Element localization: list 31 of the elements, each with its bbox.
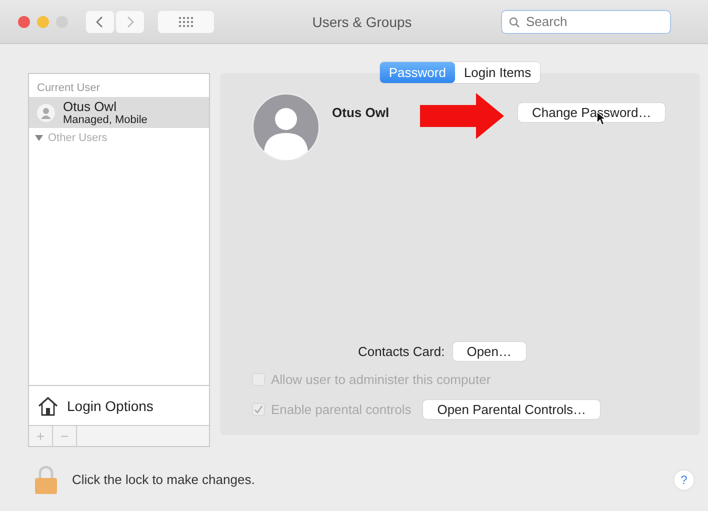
change-password-button[interactable]: Change Password…: [518, 103, 666, 122]
search-field[interactable]: Search: [501, 10, 671, 34]
back-button[interactable]: [86, 10, 114, 32]
group-label: Other Users: [48, 132, 108, 144]
checkbox-label: Enable parental controls: [271, 402, 412, 416]
arrow-icon: [420, 93, 504, 139]
open-parental-controls-button[interactable]: Open Parental Controls…: [423, 400, 600, 418]
section-header: Current User: [36, 81, 101, 96]
help-button[interactable]: ?: [674, 470, 694, 490]
user-subtitle: Managed, Mobile: [63, 114, 148, 126]
lock-hint: Click the lock to make changes.: [72, 472, 256, 487]
lock-icon[interactable]: [34, 466, 58, 494]
chevron-right-icon: [126, 16, 134, 28]
search-icon: [509, 16, 520, 28]
tab[interactable]: Login Items: [454, 62, 540, 83]
user-avatar-icon: [252, 93, 320, 161]
close-button[interactable]: [18, 16, 30, 28]
checkbox-label: Allow user to administer this computer: [271, 372, 491, 386]
window-title: Users & Groups: [311, 14, 413, 30]
house-icon: [37, 396, 59, 416]
open-button[interactable]: Open…: [452, 342, 526, 361]
minimize-button[interactable]: [37, 16, 49, 28]
chevron-left-icon: [96, 16, 104, 28]
forward-button[interactable]: [116, 10, 144, 32]
field-label: Contacts Card:: [358, 344, 445, 359]
user-avatar-icon: [37, 104, 55, 122]
user-name: Otus Owl: [63, 99, 118, 114]
user-name: Otus Owl: [332, 105, 390, 120]
grid-icon: [179, 16, 193, 26]
show-all-button[interactable]: [158, 10, 214, 32]
user-list-item[interactable]: Otus Owl Managed, Mobile: [29, 97, 209, 128]
